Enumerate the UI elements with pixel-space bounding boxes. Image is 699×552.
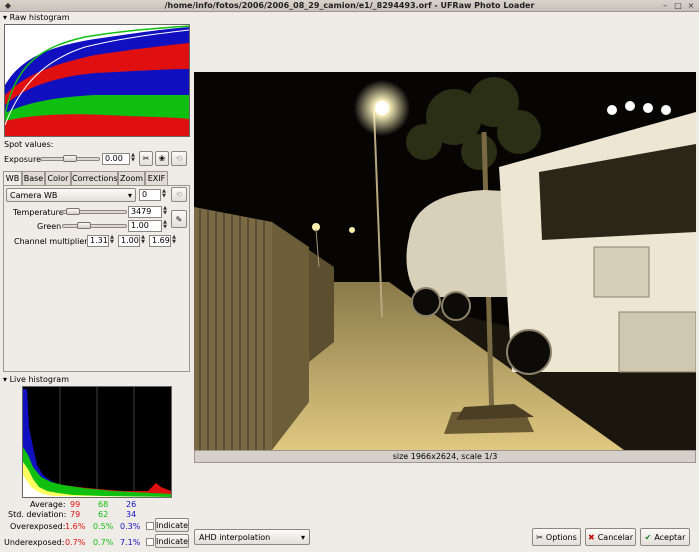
- ok-label: Aceptar: [654, 532, 686, 542]
- green-label: Green: [37, 222, 62, 231]
- reset-icon: ⟲: [175, 154, 183, 163]
- green-input[interactable]: 1.00: [128, 220, 162, 232]
- overexposed-blue: 0.3%: [120, 522, 141, 531]
- spot-values-label: Spot values:: [4, 140, 54, 149]
- close-icon[interactable]: ×: [686, 1, 696, 11]
- wb-fine-tune-spin[interactable]: ▲ ▼: [161, 189, 167, 199]
- maximize-icon[interactable]: □: [673, 1, 683, 11]
- raw-red-band: [5, 114, 189, 136]
- title-bar: ◆ /home/info/fotos/2006/2006_08_29_camio…: [0, 0, 699, 12]
- green-slider-knob[interactable]: [77, 222, 92, 229]
- chevron-down-icon: ▾: [127, 190, 132, 200]
- exposure-slider-knob[interactable]: [63, 155, 77, 162]
- auto-exposure-button[interactable]: ✂: [139, 151, 153, 166]
- tools-icon: ✂: [536, 532, 543, 542]
- image-preview[interactable]: [194, 72, 696, 450]
- minimize-icon[interactable]: –: [660, 1, 670, 11]
- average-blue: 26: [126, 500, 137, 509]
- stddev-blue: 34: [126, 510, 137, 519]
- live-histogram-label: Live histogram: [9, 375, 69, 384]
- underexposed-indicate-checkbox[interactable]: [146, 538, 154, 546]
- underexposed-blue: 7.1%: [120, 538, 141, 547]
- live-histogram: [22, 386, 172, 498]
- temperature-label: Temperature: [13, 208, 64, 217]
- live-histogram-plot: [23, 387, 171, 497]
- multiplier-green-spin[interactable]: ▲ ▼: [140, 235, 146, 245]
- spot-wb-button[interactable]: ✎: [171, 210, 187, 228]
- flame-icon: ❀: [158, 154, 166, 163]
- reset-icon: ⟲: [175, 190, 183, 199]
- expander-arrow-icon: ▾: [3, 375, 8, 384]
- multiplier-blue-input[interactable]: 1.69: [149, 235, 171, 247]
- interpolation-select[interactable]: AHD interpolation ▾: [194, 529, 310, 545]
- underexposed-label: Underexposed:: [4, 538, 65, 547]
- underexposed-green: 0.7%: [93, 538, 114, 547]
- temperature-spin[interactable]: ▲ ▼: [162, 206, 168, 216]
- cancel-button[interactable]: ✖ Cancelar: [585, 528, 636, 546]
- average-red: 99: [70, 500, 81, 509]
- multiplier-green-input[interactable]: 1.00: [118, 235, 140, 247]
- overexposed-red: 1.6%: [65, 522, 86, 531]
- options-label: Options: [545, 532, 577, 542]
- overexposed-label: Overexposed:: [10, 522, 66, 531]
- indicate-label: Indicate: [155, 536, 189, 546]
- interpolation-value: AHD interpolation: [199, 532, 271, 542]
- tab-base[interactable]: Base: [22, 171, 45, 185]
- cancel-label: Cancelar: [597, 532, 633, 542]
- temperature-input[interactable]: 3479: [128, 206, 162, 218]
- green-spin[interactable]: ▲ ▼: [162, 220, 168, 230]
- overexposed-green: 0.5%: [93, 522, 114, 531]
- window-title: /home/info/fotos/2006/2006_08_29_camion/…: [164, 1, 535, 10]
- multiplier-blue-spin[interactable]: ▲ ▼: [171, 235, 177, 245]
- options-button[interactable]: ✂ Options: [532, 528, 581, 546]
- preview-photo: [194, 72, 696, 450]
- tab-zoom[interactable]: Zoom: [118, 171, 145, 185]
- overexposed-indicate-checkbox[interactable]: [146, 522, 154, 530]
- green-slider[interactable]: [62, 224, 127, 228]
- ok-button[interactable]: ✔ Aceptar: [640, 528, 690, 546]
- wb-fine-tune-input[interactable]: 0: [139, 189, 161, 201]
- ok-icon: ✔: [644, 532, 652, 542]
- underexposed-red: 0.7%: [65, 538, 86, 547]
- tab-corrections[interactable]: Corrections: [71, 171, 118, 185]
- stddev-red: 79: [70, 510, 81, 519]
- raw-histogram-plot: [4, 25, 190, 136]
- tab-exif[interactable]: EXIF: [145, 171, 168, 185]
- tab-color[interactable]: Color: [45, 171, 71, 185]
- raw-histogram: [4, 24, 190, 137]
- live-histogram-expander[interactable]: ▾ Live histogram: [3, 375, 69, 384]
- multiplier-red-input[interactable]: 1.31: [87, 235, 109, 247]
- eyedropper-icon: ✎: [175, 214, 183, 224]
- tab-wb[interactable]: WB: [3, 171, 22, 186]
- expander-arrow-icon: ▾: [3, 13, 8, 22]
- raw-histogram-label: Raw histogram: [9, 13, 70, 22]
- reset-exposure-button[interactable]: ⟲: [171, 151, 187, 166]
- overexposed-indicate-button[interactable]: Indicate: [155, 518, 189, 532]
- stddev-green: 62: [98, 510, 109, 519]
- multiplier-red-spin[interactable]: ▲ ▼: [109, 235, 115, 245]
- scissors-icon: ✂: [142, 154, 150, 163]
- wb-preset-value: Camera WB: [10, 190, 58, 200]
- wb-preset-select[interactable]: Camera WB ▾: [6, 188, 136, 202]
- cancel-icon: ✖: [588, 532, 595, 542]
- channel-multipliers-label: Channel multipliers:: [14, 237, 95, 246]
- preview-caption: size 1966x2624, scale 1/3: [392, 452, 498, 461]
- clip-highlights-button[interactable]: ❀: [155, 151, 169, 166]
- exposure-input[interactable]: 0.00: [102, 153, 130, 165]
- raw-histogram-expander[interactable]: ▾ Raw histogram: [3, 13, 70, 22]
- reset-wb-button[interactable]: ⟲: [171, 187, 187, 202]
- preview-caption-bar: size 1966x2624, scale 1/3: [194, 450, 696, 463]
- average-label: Average:: [30, 500, 66, 509]
- average-green: 68: [98, 500, 109, 509]
- chevron-down-icon: ▾: [300, 532, 305, 542]
- exposure-spin[interactable]: ▲ ▼: [130, 153, 136, 163]
- stddev-label: Std. deviation:: [8, 510, 67, 519]
- indicate-label: Indicate: [155, 520, 189, 530]
- underexposed-indicate-button[interactable]: Indicate: [155, 534, 189, 548]
- exposure-label: Exposure: [4, 155, 42, 164]
- temperature-slider-knob[interactable]: [66, 208, 81, 215]
